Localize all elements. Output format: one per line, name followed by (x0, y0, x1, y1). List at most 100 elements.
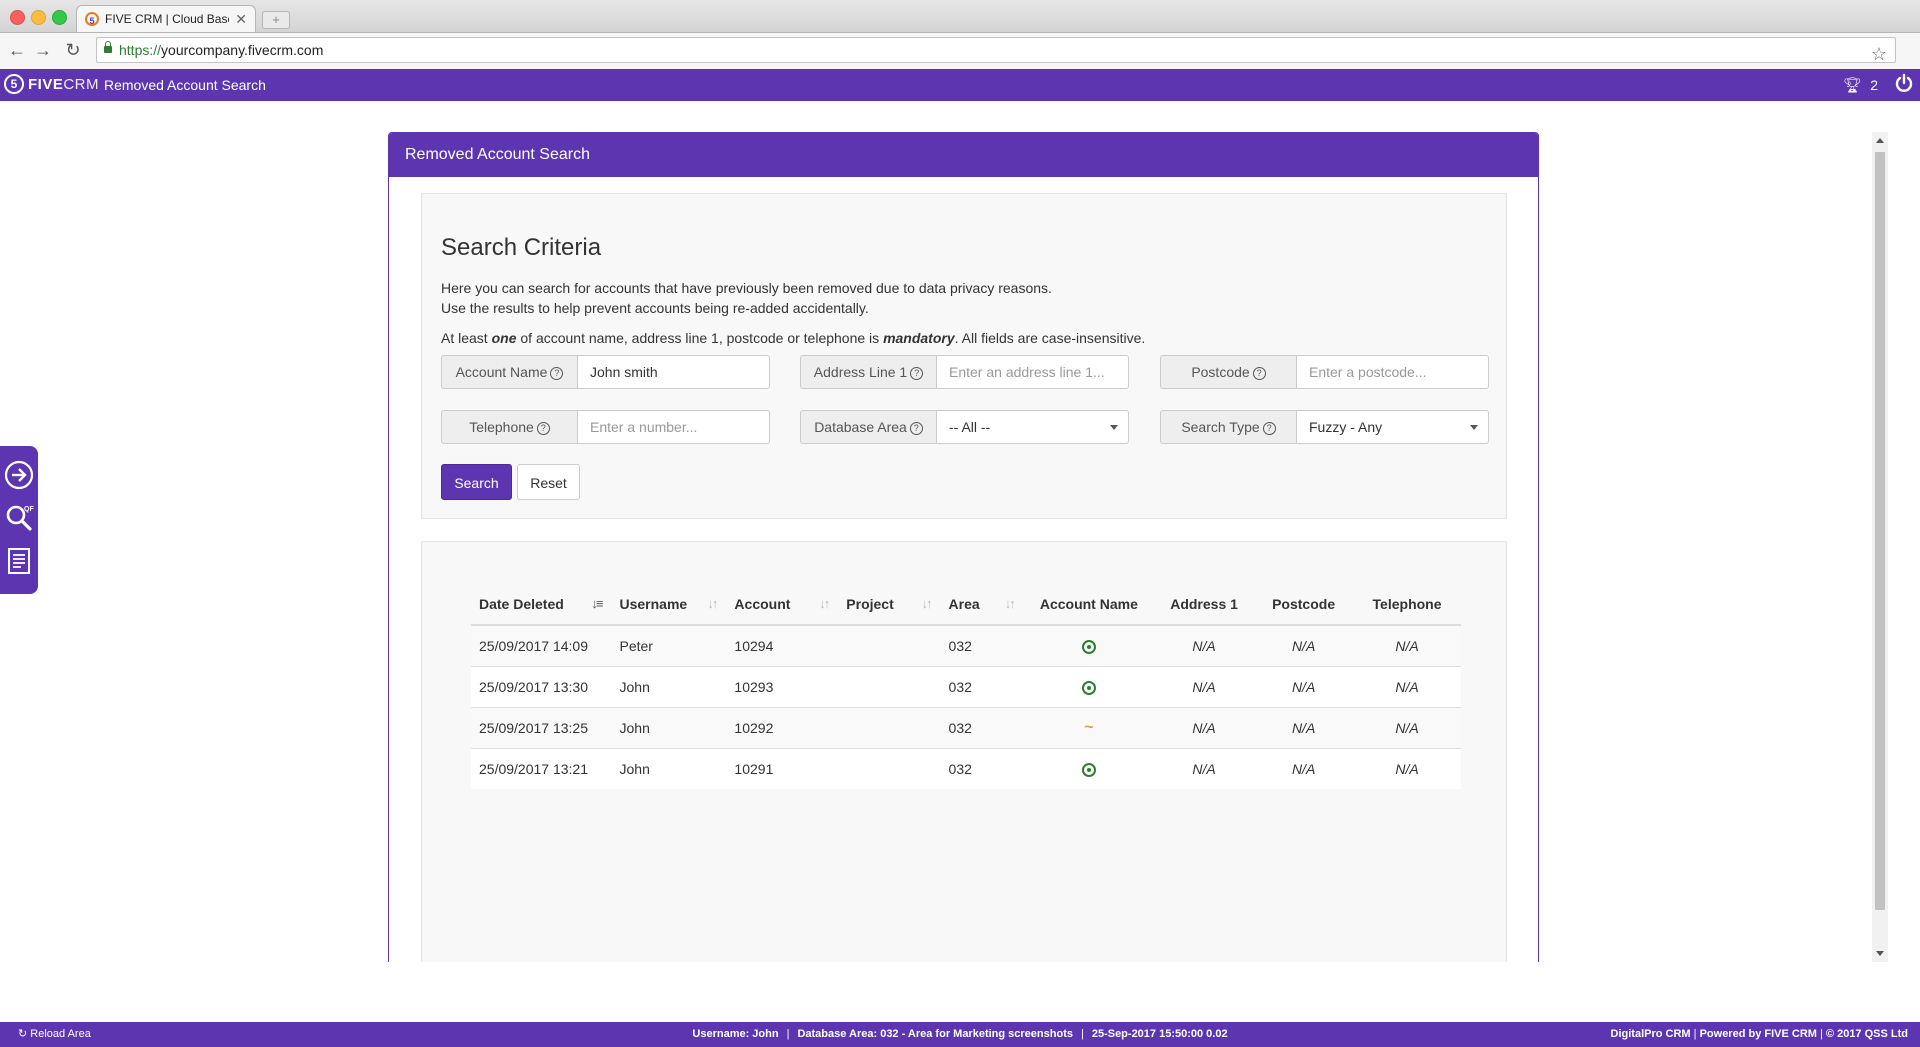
match-target-icon (1081, 640, 1096, 655)
results-table: Date Deleted ↓≡ Username ↓↑ Account ↓↑ Proj… (471, 584, 1461, 789)
cell-telephone: N/A (1353, 624, 1461, 667)
help-icon[interactable]: ? (536, 422, 550, 435)
address-bar[interactable]: https://yourcompany.fivecrm.com ☆ (96, 37, 1896, 66)
cell-project (838, 748, 941, 789)
cell-date-deleted: 25/09/2017 13:30 (471, 666, 612, 708)
bookmark-star-icon[interactable]: ☆ (1871, 42, 1887, 66)
help-icon[interactable]: ? (910, 367, 924, 380)
search-type-label: Search Type? (1160, 410, 1296, 444)
navigate-arrow-icon[interactable] (4, 460, 34, 490)
table-row[interactable]: 25/09/2017 13:30 John 10293 032 N/A N/A … (471, 666, 1461, 708)
search-button[interactable]: Search (441, 464, 512, 500)
sort-icon: ↓↑ (707, 596, 718, 611)
cell-project (838, 624, 941, 667)
column-header-date-deleted[interactable]: Date Deleted ↓≡ (471, 584, 612, 626)
browser-tab-strip: 5 FIVE CRM | Cloud Based Sa ✕ + (0, 0, 1920, 33)
chevron-down-icon (1110, 425, 1118, 430)
cell-postcode: N/A (1254, 707, 1354, 749)
column-header-telephone: Telephone (1353, 584, 1461, 626)
browser-toolbar: ← → ↻ https://yourcompany.fivecrm.com ☆ (0, 33, 1920, 70)
cell-area: 032 (940, 624, 1024, 667)
help-icon[interactable]: ? (1252, 367, 1266, 380)
window-zoom-button[interactable] (52, 10, 67, 25)
forward-arrow-icon[interactable]: → (32, 40, 54, 61)
column-header-username[interactable]: Username ↓↑ (611, 584, 727, 626)
url-host: yourcompany.fivecrm.com (161, 42, 324, 58)
cell-account-name (1023, 624, 1154, 667)
back-arrow-icon[interactable]: ← (6, 40, 28, 61)
table-row[interactable]: 25/09/2017 13:21 John 10291 032 N/A N/A … (471, 748, 1461, 789)
cell-address1: N/A (1153, 666, 1255, 708)
column-header-account[interactable]: Account ↓↑ (726, 584, 839, 626)
column-header-area[interactable]: Area ↓↑ (940, 584, 1024, 626)
postcode-field: Postcode? (1160, 355, 1489, 389)
reload-icon[interactable]: ↻ (62, 40, 84, 61)
database-area-select[interactable]: -- All -- (936, 410, 1129, 444)
cell-username: John (611, 666, 727, 708)
database-area-field: Database Area? -- All -- (800, 410, 1129, 444)
tab-close-icon[interactable]: ✕ (235, 11, 247, 28)
cell-account-name: ~ (1023, 707, 1154, 749)
column-header-project[interactable]: Project ↓↑ (838, 584, 941, 626)
app-header: 5 FIVECRM Removed Account Search 🏆︎ 2 (0, 69, 1920, 101)
database-area-label: Database Area? (800, 410, 936, 444)
new-tab-button[interactable]: + (262, 11, 290, 29)
cell-date-deleted: 25/09/2017 13:25 (471, 707, 612, 749)
cell-username: Peter (611, 624, 727, 667)
five-logo-icon: 5 (4, 74, 24, 94)
cell-address1: N/A (1153, 748, 1255, 789)
address-line1-input[interactable] (936, 355, 1129, 389)
search-type-field: Search Type? Fuzzy - Any (1160, 410, 1489, 444)
postcode-label: Postcode? (1160, 355, 1296, 389)
window-close-button[interactable] (10, 10, 25, 25)
footer-database-area: Database Area: 032 - Area for Marketing … (797, 1028, 1073, 1040)
status-footer: ↻ Reload Area Username: John | Database Ar… (0, 1022, 1920, 1047)
page-scrollbar[interactable] (1872, 132, 1888, 962)
cell-username: John (611, 748, 727, 789)
cell-account: 10294 (726, 624, 839, 667)
footer-powered-by: Powered by FIVE CRM (1699, 1028, 1817, 1040)
cell-project (838, 666, 941, 708)
cell-date-deleted: 25/09/2017 14:09 (471, 624, 612, 667)
trophy-icon[interactable]: 🏆︎ (1843, 76, 1862, 94)
telephone-input[interactable] (577, 410, 770, 444)
power-icon[interactable] (1894, 73, 1914, 93)
help-icon[interactable]: ? (909, 422, 923, 435)
cell-project (838, 707, 941, 749)
cell-telephone: N/A (1353, 666, 1461, 708)
scroll-up-arrow-icon[interactable] (1876, 138, 1884, 143)
window-minimize-button[interactable] (31, 10, 46, 25)
cell-telephone: N/A (1353, 748, 1461, 789)
table-row[interactable]: 25/09/2017 14:09 Peter 10294 032 N/A N/A… (471, 624, 1461, 667)
cell-address1: N/A (1153, 707, 1255, 749)
help-icon[interactable]: ? (1262, 422, 1276, 435)
postcode-input[interactable] (1296, 355, 1489, 389)
reset-button[interactable]: Reset (517, 464, 580, 500)
scroll-down-arrow-icon[interactable] (1876, 951, 1884, 956)
cell-telephone: N/A (1353, 707, 1461, 749)
footer-copyright: © 2017 QSS Ltd (1825, 1028, 1908, 1040)
help-icon[interactable]: ? (550, 367, 564, 380)
cell-area: 032 (940, 748, 1024, 789)
sort-desc-icon: ↓≡ (591, 596, 603, 611)
column-header-address1: Address 1 (1153, 584, 1255, 626)
five-crm-logo[interactable]: 5 FIVECRM (4, 74, 99, 94)
match-target-icon (1081, 763, 1096, 778)
quick-find-search-icon[interactable]: QF (4, 502, 34, 532)
address-line1-label: Address Line 1? (800, 355, 936, 389)
telephone-field: Telephone? (441, 410, 770, 444)
trophy-count[interactable]: 2 (1870, 77, 1878, 93)
cell-username: John (611, 707, 727, 749)
table-row[interactable]: 25/09/2017 13:25 John 10292 032 ~ N/A N/… (471, 707, 1461, 749)
cell-account: 10291 (726, 748, 839, 789)
column-header-postcode: Postcode (1254, 584, 1354, 626)
browser-tab[interactable]: 5 FIVE CRM | Cloud Based Sa ✕ (76, 5, 256, 32)
lock-icon (104, 41, 112, 53)
account-name-input[interactable] (577, 355, 770, 389)
cell-account-name (1023, 666, 1154, 708)
cell-postcode: N/A (1254, 624, 1354, 667)
criteria-mandatory-note: At least one of account name, address li… (441, 330, 1146, 346)
notes-list-icon[interactable] (4, 546, 34, 576)
search-type-select[interactable]: Fuzzy - Any (1296, 410, 1489, 444)
scrollbar-thumb[interactable] (1875, 152, 1885, 910)
